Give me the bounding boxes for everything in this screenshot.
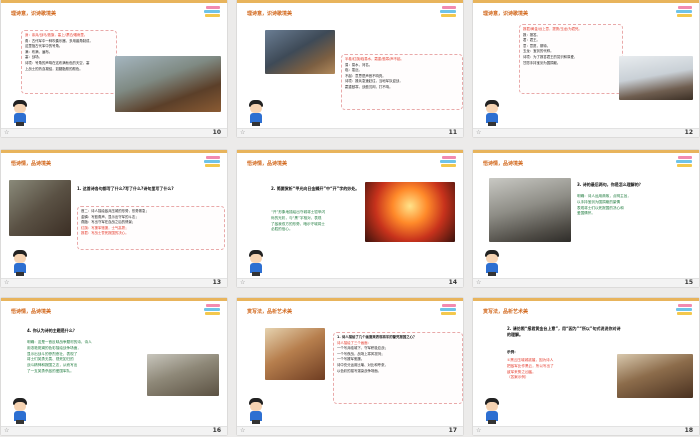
slide-14[interactable]: 悟诗情，品诗境美 2. 简要赏析“甲光向日金鳞开”中“开”字的妙处。 “开”形象… — [237, 150, 463, 287]
slide-number: 14 — [448, 279, 457, 286]
star-icon: ☆ — [4, 427, 10, 434]
question-text: 4. 你认为诗的主题是什么？ — [27, 328, 77, 333]
books-icon — [202, 3, 224, 21]
books-icon — [674, 301, 696, 319]
student-avatar — [248, 250, 264, 276]
question-text: 3. 诗的最后两句，你是怎么理解的？ — [577, 182, 643, 187]
books-icon — [674, 3, 696, 21]
slide-number: 16 — [212, 427, 221, 434]
slide-number: 17 — [448, 427, 457, 434]
section-title: 悟诗情，品诗境美 — [11, 309, 52, 315]
accent-line — [237, 298, 463, 301]
annotation-box: 报君/黄金/台上意，提携/玉龙/为君死。 报：报答。 君：君王。 意：意愿，期待… — [519, 24, 623, 94]
annotation-box: 身：亲兵/战马/旌旗，塞上/漂泊/烟雨里。 角：古代军中一种吹奏乐器，多用兽角制… — [21, 30, 117, 94]
student-avatar — [248, 100, 264, 126]
slide-12[interactable]: 理诗意，识诗歌境美 报君/黄金/台上意，提携/玉龙/为君死。 报：报答。 君：君… — [473, 0, 699, 137]
answer-box: 首二：诗人描绘敌兵压城的形势，形势紧急； 金鳞：写鼓角声，显示出守军的斗志； 燕… — [77, 206, 225, 250]
answer-text: 明确：诗人运用典故，点明主旨， 以手持宝剑为国捐躯的豪情 表现将士们以死报国的决… — [577, 194, 631, 216]
accent-line — [237, 0, 463, 3]
star-icon: ☆ — [4, 129, 10, 136]
student-avatar — [248, 398, 264, 424]
battle-painting — [265, 30, 335, 74]
bottom-bar: ☆ — [1, 426, 227, 435]
bottom-bar: ☆ — [473, 128, 699, 137]
battle-painting — [617, 354, 693, 398]
accent-line — [1, 298, 227, 301]
slide-11[interactable]: 理诗意，识诗歌境美 半卷/红旗/临易水，霜重/鼓寒/声不起。 易：易水，河名。 … — [237, 0, 463, 137]
bottom-bar: ☆ — [1, 128, 227, 137]
section-title: 悟诗情，品诗境美 — [247, 161, 288, 167]
books-icon — [202, 301, 224, 319]
answer-box: 1. 诗人描绘了几个画面来表现将军的誓死报国之心？ 诗人描绘了三个画面： 一个写… — [333, 332, 463, 404]
slide-number: 18 — [684, 427, 693, 434]
slide-13[interactable]: 悟诗情，品诗境美 1. 这首诗各句都写了什么?写了什么?诗句里写了什么? 首二：… — [1, 150, 227, 287]
answer-text: ①黑云压城城欲摧，因为诗人 把敌军比作黑云，所以写出了 敌军来势之凶猛。 （答案… — [507, 358, 554, 380]
question-text: 2. 简要赏析“甲光向日金鳞开”中“开”字的妙处。 — [271, 186, 360, 191]
student-avatar — [484, 100, 500, 126]
slide-15[interactable]: 悟诗情，品诗境美 3. 诗的最后两句，你是怎么理解的？ 明确：诗人运用典故，点明… — [473, 150, 699, 287]
star-icon: ☆ — [240, 129, 246, 136]
slide-number: 12 — [684, 129, 693, 136]
slide-18[interactable]: 赏写法，品析艺术美 2. 请仿照“报君黄金台上意”，用“因为”“所以”句式说说你… — [473, 298, 699, 435]
battle-painting — [9, 180, 71, 236]
books-icon — [438, 301, 460, 319]
slide-10[interactable]: 理诗意，识诗歌境美 身：亲兵/战马/旌旗，塞上/漂泊/烟雨里。 角：古代军中一种… — [1, 0, 227, 137]
slide-16[interactable]: 悟诗情，品诗境美 4. 你认为诗的主题是什么？ 明确：这是一首反映战争题材的诗，… — [1, 298, 227, 435]
books-icon — [438, 3, 460, 21]
star-icon: ☆ — [4, 279, 10, 286]
question-text: 1. 这首诗各句都写了什么?写了什么?诗句里写了什么? — [77, 186, 174, 191]
slide-number: 13 — [212, 279, 221, 286]
student-avatar — [12, 100, 28, 126]
student-avatar — [12, 398, 28, 424]
section-title: 理诗意，识诗歌境美 — [11, 11, 57, 17]
books-icon — [202, 153, 224, 171]
battle-painting — [115, 56, 221, 112]
chariot-painting — [265, 328, 325, 380]
bottom-bar: ☆ — [1, 278, 227, 287]
answer-text: 明确：这是一首反映战争题材的诗，诗人 用浓艳斑斓的色彩描绘战争场面， 显示出战斗… — [27, 340, 92, 373]
student-avatar — [484, 398, 500, 424]
slide-17[interactable]: 赏写法，品析艺术美 1. 诗人描绘了几个画面来表现将军的誓死报国之心？ 诗人描绘… — [237, 298, 463, 435]
star-icon: ☆ — [240, 279, 246, 286]
accent-line — [1, 150, 227, 153]
great-wall-painting — [489, 178, 571, 242]
accent-line — [473, 0, 699, 3]
slide-number: 11 — [448, 129, 457, 136]
sunset-painting — [365, 182, 455, 242]
slide-number: 15 — [684, 279, 693, 286]
section-title: 赏写法，品析艺术美 — [247, 309, 293, 315]
star-icon: ☆ — [476, 279, 482, 286]
star-icon: ☆ — [476, 129, 482, 136]
student-avatar — [484, 250, 500, 276]
bottom-bar: ☆ — [473, 278, 699, 287]
example-label: 示例： — [507, 350, 518, 354]
fortress-painting — [147, 354, 219, 396]
bottom-bar: ☆ — [473, 426, 699, 435]
student-avatar — [12, 250, 28, 276]
accent-line — [1, 0, 227, 3]
answer-text: “开”形象地描绘出守城将士铠甲闪 烁的光彩，与“黑”字相对，表现 了敌我双方的形… — [271, 210, 326, 232]
section-title: 理诗意，识诗歌境美 — [483, 11, 529, 17]
annotation-box: 半卷/红旗/临易水，霜重/鼓寒/声不起。 易：易水，河名。 临：靠近。 不起：意… — [341, 54, 463, 110]
star-icon: ☆ — [240, 427, 246, 434]
section-title: 悟诗情，品诗境美 — [11, 161, 52, 167]
bottom-bar: ☆ — [237, 426, 463, 435]
star-icon: ☆ — [476, 427, 482, 434]
bottom-bar: ☆ — [237, 278, 463, 287]
bottom-bar: ☆ — [237, 128, 463, 137]
slide-number: 10 — [212, 129, 221, 136]
question-text: 2. 请仿照“报君黄金台上意”，用“因为”“所以”句式说说你对诗的理解。 — [507, 326, 621, 337]
section-title: 赏写法，品析艺术美 — [483, 309, 529, 315]
accent-line — [237, 150, 463, 153]
books-icon — [438, 153, 460, 171]
accent-line — [473, 298, 699, 301]
snow-march-painting — [619, 56, 693, 100]
books-icon — [674, 153, 696, 171]
accent-line — [473, 150, 699, 153]
section-title: 悟诗情，品诗境美 — [483, 161, 524, 167]
section-title: 理诗意，识诗歌境美 — [247, 11, 293, 17]
